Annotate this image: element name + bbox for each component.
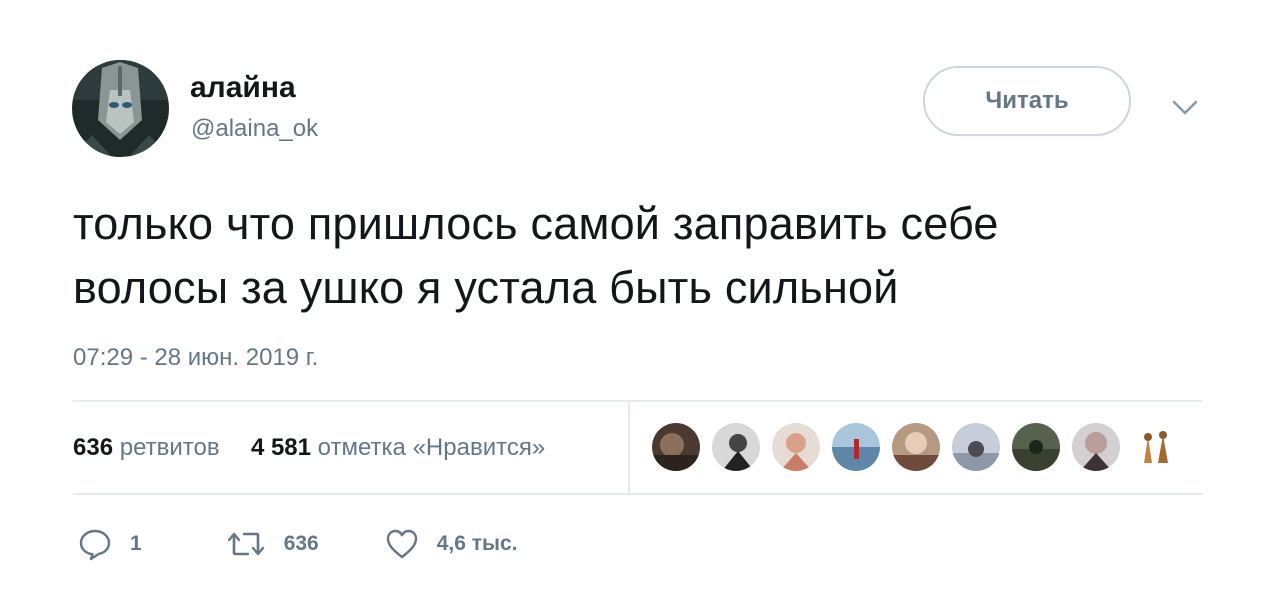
- tweet-stats: 636 ретвитов 4 581 отметка «Нравится»: [73, 433, 545, 463]
- retweet-action[interactable]: 636: [226, 529, 319, 559]
- liker-avatar[interactable]: [952, 423, 1000, 471]
- liker-avatar[interactable]: [1132, 423, 1180, 471]
- liker-avatar[interactable]: [1012, 423, 1060, 471]
- liker-avatar[interactable]: [832, 423, 880, 471]
- follow-button[interactable]: Читать: [923, 66, 1131, 136]
- retweet-count: 636: [283, 532, 319, 555]
- retweet-icon: [226, 529, 266, 559]
- liker-avatar[interactable]: [772, 423, 820, 471]
- retweets-count: 636: [73, 434, 114, 461]
- author-handle[interactable]: @alaina_ok: [191, 114, 318, 144]
- likers-avatars: [652, 423, 1180, 471]
- like-icon: [385, 528, 419, 560]
- reply-count: 1: [130, 532, 142, 555]
- likes-stat[interactable]: 4 581 отметка «Нравится»: [251, 434, 545, 461]
- tweet-text-line: только что пришлось самой заправить себе: [73, 198, 999, 249]
- tweet-timestamp[interactable]: 07:29 - 28 июн. 2019 г.: [73, 343, 318, 373]
- divider: [73, 400, 1203, 402]
- stats-divider: [628, 402, 630, 493]
- likes-label: отметка «Нравится»: [317, 434, 546, 461]
- retweets-stat[interactable]: 636 ретвитов: [73, 434, 220, 461]
- liker-avatar[interactable]: [892, 423, 940, 471]
- tweet-text-line: волосы за ушко я устала быть сильной: [73, 262, 899, 313]
- reply-action[interactable]: 1: [78, 527, 142, 561]
- retweets-label: ретвитов: [119, 434, 220, 461]
- likes-count: 4 581: [250, 434, 311, 461]
- liker-avatar[interactable]: [652, 423, 700, 471]
- tweet-actions: 1 636 4,6 тыс.: [78, 527, 518, 561]
- divider: [73, 493, 1203, 495]
- avatar-image: [72, 60, 169, 157]
- like-action[interactable]: 4,6 тыс.: [385, 528, 518, 560]
- liker-avatar[interactable]: [1072, 423, 1120, 471]
- reply-icon: [78, 527, 112, 561]
- tweet-card: алайна @alaina_ok Читать только что приш…: [0, 0, 1280, 591]
- like-count: 4,6 тыс.: [436, 532, 518, 555]
- caret-down-icon[interactable]: [1170, 96, 1200, 120]
- liker-avatar[interactable]: [712, 423, 760, 471]
- author-display-name[interactable]: алайна: [190, 70, 296, 106]
- tweet-text: только что пришлось самой заправить себе…: [73, 192, 1233, 320]
- avatar[interactable]: [72, 60, 169, 157]
